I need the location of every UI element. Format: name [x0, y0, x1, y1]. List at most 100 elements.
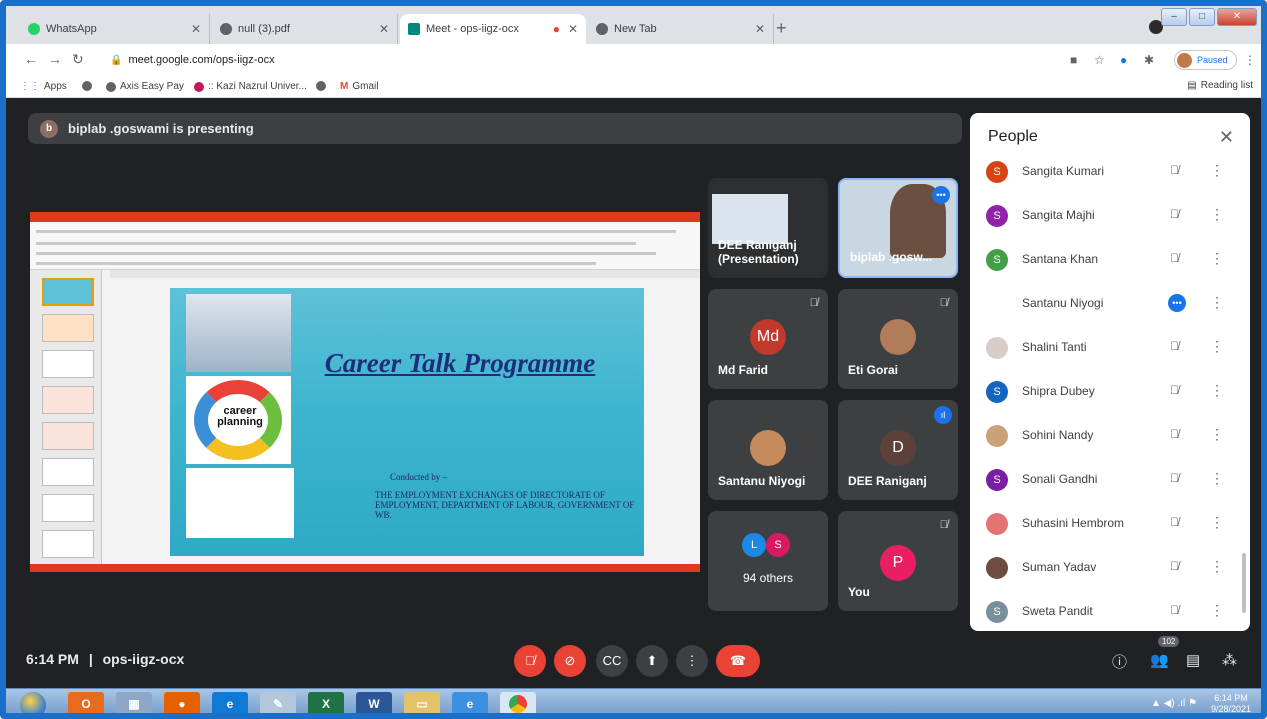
- participant-tile[interactable]: 🎙̸ Md Md Farid: [708, 289, 828, 389]
- list-item[interactable]: S Santana Khan 🎙̸ ⋮: [970, 237, 1250, 281]
- avatar: [750, 430, 786, 466]
- more-vert-icon[interactable]: ⋮: [1210, 602, 1224, 619]
- chat-icon[interactable]: ▤: [1186, 651, 1200, 669]
- panel-scrollbar[interactable]: [1242, 553, 1246, 613]
- chrome-taskbar-icon[interactable]: [500, 692, 536, 713]
- more-vert-icon[interactable]: ⋮: [1210, 250, 1224, 267]
- edge-taskbar-icon[interactable]: e: [212, 692, 248, 713]
- list-item[interactable]: Suhasini Hembrom 🎙̸ ⋮: [970, 501, 1250, 545]
- more-vert-icon[interactable]: ⋮: [1210, 206, 1224, 223]
- end-call-button[interactable]: ☎: [716, 645, 760, 677]
- participant-tile[interactable]: DEE Raniganj (Presentation): [708, 178, 828, 278]
- info-icon[interactable]: ⓘ: [1112, 651, 1127, 672]
- paint-taskbar-icon[interactable]: ✎: [260, 692, 296, 713]
- explorer-taskbar-icon[interactable]: ▭: [404, 692, 440, 713]
- close-tab-icon[interactable]: ✕: [191, 22, 201, 36]
- minimize-button[interactable]: –: [1161, 8, 1187, 26]
- list-item[interactable]: Sohini Nandy 🎙̸ ⋮: [970, 413, 1250, 457]
- firefox-taskbar-icon[interactable]: ●: [164, 692, 200, 713]
- slide-organisation: THE EMPLOYMENT EXCHANGES OF DIRECTORATE …: [375, 490, 635, 520]
- bookmark-kazi-nazrul[interactable]: :: Kazi Nazrul Univer...: [194, 81, 307, 92]
- reading-list-button[interactable]: ▤ Reading list: [1187, 80, 1253, 91]
- list-item[interactable]: Shalini Tanti 🎙̸ ⋮: [970, 325, 1250, 369]
- more-vert-icon[interactable]: ⋮: [1210, 426, 1224, 443]
- tab-whatsapp[interactable]: WhatsApp ✕: [20, 14, 210, 44]
- tab-pdf[interactable]: null (3).pdf ✕: [212, 14, 398, 44]
- people-icon[interactable]: 👥: [1150, 651, 1169, 669]
- bookmark-gmail[interactable]: M Gmail: [340, 81, 378, 92]
- more-vert-icon[interactable]: ⋮: [1210, 514, 1224, 531]
- list-item[interactable]: S Sweta Pandit 🎙̸ ⋮: [970, 589, 1250, 631]
- bookmark-globe[interactable]: [82, 81, 92, 91]
- maximize-button[interactable]: □: [1189, 8, 1215, 26]
- list-item[interactable]: S Shipra Dubey 🎙̸ ⋮: [970, 369, 1250, 413]
- close-tab-icon[interactable]: ✕: [568, 22, 578, 36]
- avatar: [986, 557, 1008, 579]
- more-options-icon[interactable]: •••: [932, 186, 950, 204]
- recording-icon: ●: [552, 22, 560, 36]
- extension-icon[interactable]: ●: [1120, 53, 1127, 67]
- close-icon[interactable]: ✕: [1219, 127, 1234, 148]
- slide-thumbnail: [42, 278, 94, 306]
- more-vert-icon[interactable]: ⋮: [1210, 382, 1224, 399]
- close-tab-icon[interactable]: ✕: [755, 22, 765, 36]
- present-now-button[interactable]: ⬆: [636, 645, 668, 677]
- forward-button[interactable]: →: [48, 51, 62, 67]
- bookmark-globe-2[interactable]: [316, 81, 326, 91]
- puzzle-icon[interactable]: ✱: [1144, 53, 1154, 67]
- participant-tile[interactable]: ıl D DEE Raniganj: [838, 400, 958, 500]
- presenter-avatar: b: [40, 119, 58, 138]
- camera-toggle-button[interactable]: ⊘: [554, 645, 586, 677]
- shared-screen-presentation[interactable]: career planning Career Talk Programme Co…: [30, 212, 700, 572]
- list-item[interactable]: S Sangita Majhi 🎙̸ ⋮: [970, 193, 1250, 237]
- others-tile[interactable]: L S 94 others: [708, 511, 828, 611]
- system-tray[interactable]: ▲ ◀) .ıl ⚑: [1151, 698, 1197, 709]
- system-clock[interactable]: 6:14 PM 9/28/2021: [1211, 693, 1251, 713]
- camera-icon[interactable]: ■: [1070, 53, 1077, 67]
- meet-icon: [408, 23, 420, 35]
- list-item[interactable]: S Sonali Gandhi 🎙̸ ⋮: [970, 457, 1250, 501]
- participant-tile[interactable]: Santanu Niyogi: [708, 400, 828, 500]
- more-options-button[interactable]: ⋮: [676, 645, 708, 677]
- activities-icon[interactable]: ⁂: [1222, 651, 1237, 669]
- more-vert-icon[interactable]: ⋮: [1210, 470, 1224, 487]
- outlook-taskbar-icon[interactable]: O: [68, 692, 104, 713]
- list-item[interactable]: Suman Yadav 🎙̸ ⋮: [970, 545, 1250, 589]
- menu-icon[interactable]: ⋮: [1244, 53, 1256, 67]
- mic-toggle-button[interactable]: 🎙̸: [514, 645, 546, 677]
- address-bar[interactable]: 🔒 meet.google.com/ops-iigz-ocx: [98, 48, 978, 72]
- calculator-taskbar-icon[interactable]: ▦: [116, 692, 152, 713]
- avatar: [986, 425, 1008, 447]
- more-vert-icon[interactable]: ⋮: [1210, 558, 1224, 575]
- more-vert-icon[interactable]: ⋮: [1210, 294, 1224, 311]
- bookmark-axis[interactable]: Axis Easy Pay: [106, 81, 184, 92]
- self-tile[interactable]: 🎙̸ P You: [838, 511, 958, 611]
- start-button[interactable]: [20, 692, 46, 713]
- word-taskbar-icon[interactable]: W: [356, 692, 392, 713]
- profile-button[interactable]: Paused: [1174, 50, 1237, 70]
- close-tab-icon[interactable]: ✕: [379, 22, 389, 36]
- meeting-details[interactable]: 6:14 PM | ops-iigz-ocx: [26, 651, 184, 667]
- mic-off-icon: 🎙̸: [1170, 383, 1179, 397]
- presentation-thumbnail: [712, 194, 788, 244]
- speaking-indicator-icon: •••: [1168, 294, 1186, 312]
- more-vert-icon[interactable]: ⋮: [1210, 162, 1224, 179]
- avatar: [986, 337, 1008, 359]
- more-vert-icon[interactable]: ⋮: [1210, 338, 1224, 355]
- participant-tile[interactable]: ••• biplab .gosw...: [838, 178, 958, 278]
- back-button[interactable]: ←: [24, 51, 38, 67]
- captions-button[interactable]: CC: [596, 645, 628, 677]
- tab-new-tab[interactable]: New Tab ✕: [588, 14, 774, 44]
- bookmark-apps[interactable]: ⋮⋮ Apps: [20, 81, 67, 92]
- participant-tile[interactable]: 🎙̸ Eti Gorai: [838, 289, 958, 389]
- tab-meet[interactable]: Meet - ops-iigz-ocx ● ✕: [400, 14, 586, 44]
- list-item[interactable]: S Sangita Kumari 🎙̸ ⋮: [970, 149, 1250, 193]
- excel-taskbar-icon[interactable]: X: [308, 692, 344, 713]
- new-tab-button[interactable]: +: [776, 18, 787, 39]
- star-icon[interactable]: ☆: [1094, 53, 1105, 67]
- list-item[interactable]: Santanu Niyogi ••• ⋮: [970, 281, 1250, 325]
- close-window-button[interactable]: ✕: [1217, 8, 1257, 26]
- reload-button[interactable]: ↻: [72, 51, 84, 68]
- window-controls: – □ ✕: [1161, 8, 1257, 26]
- ie-taskbar-icon[interactable]: e: [452, 692, 488, 713]
